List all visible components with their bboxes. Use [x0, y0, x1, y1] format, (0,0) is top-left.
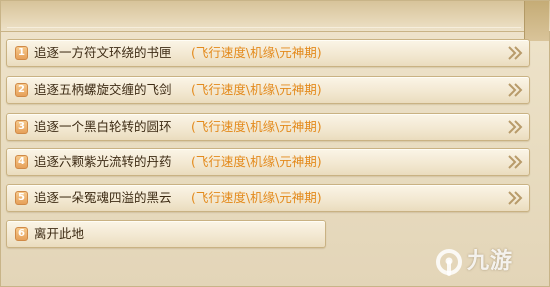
- dialog-panel: 1 追逐一方符文环绕的书匣 (飞行速度\机缘\元神期) 2 追逐五柄螺旋交缠的飞…: [0, 0, 550, 287]
- option-number-badge: 1: [15, 46, 28, 60]
- panel-top-frame: [1, 1, 550, 32]
- option-label: 追逐六颗紫光流转的丹药: [34, 154, 172, 169]
- panel-corner-ornament: [524, 1, 549, 41]
- option-label: 追逐一朵冤魂四溢的黑云: [34, 190, 172, 205]
- dialog-option-6-leave[interactable]: 6 离开此地: [6, 220, 326, 248]
- double-chevron-right-icon: [508, 155, 523, 169]
- option-label: 离开此地: [34, 226, 85, 241]
- watermark-text: 九游: [467, 249, 514, 274]
- option-number-badge: 2: [15, 83, 28, 97]
- option-label: 追逐五柄螺旋交缠的飞剑: [34, 82, 172, 97]
- watermark: 九游: [435, 244, 535, 280]
- option-reward-tag: (飞行速度\机缘\元神期): [191, 119, 322, 134]
- dialog-option-3[interactable]: 3 追逐一个黑白轮转的圆环 (飞行速度\机缘\元神期): [6, 113, 530, 141]
- option-number-badge: 3: [15, 120, 28, 134]
- option-number-badge: 6: [15, 227, 28, 241]
- double-chevron-right-icon: [508, 83, 523, 97]
- option-reward-tag: (飞行速度\机缘\元神期): [191, 45, 322, 60]
- option-number-badge: 4: [15, 155, 28, 169]
- option-reward-tag: (飞行速度\机缘\元神期): [191, 82, 322, 97]
- option-label: 追逐一方符文环绕的书匣: [34, 45, 172, 60]
- double-chevron-right-icon: [508, 46, 523, 60]
- dialog-option-2[interactable]: 2 追逐五柄螺旋交缠的飞剑 (飞行速度\机缘\元神期): [6, 76, 530, 104]
- dialog-option-4[interactable]: 4 追逐六颗紫光流转的丹药 (飞行速度\机缘\元神期): [6, 148, 530, 176]
- double-chevron-right-icon: [508, 191, 523, 205]
- double-chevron-right-icon: [508, 120, 523, 134]
- option-number-badge: 5: [15, 191, 28, 205]
- nine-game-logo-icon: [436, 249, 462, 276]
- option-reward-tag: (飞行速度\机缘\元神期): [191, 154, 322, 169]
- option-label: 追逐一个黑白轮转的圆环: [34, 119, 172, 134]
- option-reward-tag: (飞行速度\机缘\元神期): [191, 190, 322, 205]
- dialog-option-1[interactable]: 1 追逐一方符文环绕的书匣 (飞行速度\机缘\元神期): [6, 39, 530, 67]
- dialog-option-5[interactable]: 5 追逐一朵冤魂四溢的黑云 (飞行速度\机缘\元神期): [6, 184, 530, 212]
